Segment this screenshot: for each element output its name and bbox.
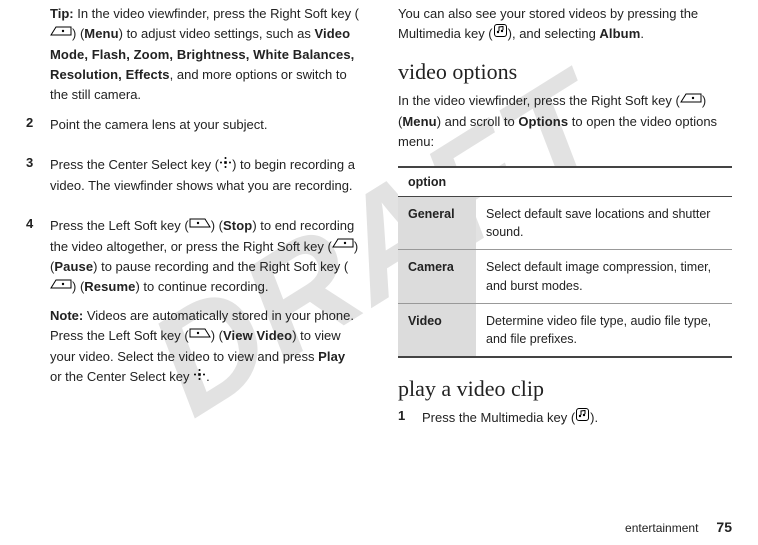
note-play: Play: [318, 349, 345, 364]
step-3-text: Press the Center Select key () to begin …: [50, 155, 360, 196]
play-step-1: 1 Press the Multimedia key ().: [398, 408, 732, 437]
s4p1-f: ) (: [72, 279, 84, 294]
play-step-1-text: Press the Multimedia key ().: [422, 408, 732, 429]
left-soft-key-icon: [189, 216, 211, 236]
right-soft-key-icon: [50, 277, 72, 297]
ps1-b: ).: [590, 410, 598, 425]
heading-video-options: video options: [398, 59, 732, 85]
tip-text-a: In the video viewfinder, press the Right…: [74, 6, 359, 21]
opt-desc-general: Select default save locations and shutte…: [476, 197, 732, 250]
s4-stop: Stop: [223, 218, 252, 233]
table-row: Video Determine video file type, audio f…: [398, 303, 732, 357]
top-album: Album: [599, 26, 640, 41]
right-soft-key-icon: [680, 91, 702, 111]
note-viewvideo: View Video: [223, 328, 292, 343]
step-3: 3 Press the Center Select key () to begi…: [26, 155, 360, 204]
note-b: ) (: [211, 328, 223, 343]
multimedia-key-icon: [493, 23, 508, 44]
tip-text-b: ) (: [72, 26, 84, 41]
step-4-para-1: Press the Left Soft key () (Stop) to end…: [50, 216, 360, 298]
note-e: .: [206, 369, 210, 384]
right-soft-key-icon: [332, 236, 354, 256]
center-select-key-icon: [219, 155, 232, 175]
opt-label-general: General: [398, 197, 476, 250]
footer-page-number: 75: [716, 519, 732, 535]
s4p1-e: ) to pause recording and the Right Soft …: [93, 259, 348, 274]
center-select-key-icon: [193, 367, 206, 387]
page-footer: entertainment 75: [625, 519, 732, 535]
tip-paragraph: Tip: In the video viewfinder, press the …: [26, 4, 360, 105]
top-para: You can also see your stored videos by p…: [398, 4, 732, 45]
left-column: Tip: In the video viewfinder, press the …: [26, 4, 364, 535]
tip-label: Tip:: [50, 6, 74, 21]
vo-options: Options: [518, 114, 568, 129]
step-3-text-a: Press the Center Select key (: [50, 157, 219, 172]
opt-label-camera: Camera: [398, 250, 476, 303]
step-2: 2 Point the camera lens at your subject.: [26, 115, 360, 143]
opt-label-video: Video: [398, 303, 476, 357]
s4p1-g: ) to continue recording.: [135, 279, 268, 294]
vo-menu: Menu: [402, 114, 436, 129]
multimedia-key-icon: [575, 407, 590, 428]
table-row: Camera Select default image compression,…: [398, 250, 732, 303]
s4p1-b: ) (: [211, 218, 223, 233]
right-column: You can also see your stored videos by p…: [394, 4, 732, 535]
opt-desc-camera: Select default image compression, timer,…: [476, 250, 732, 303]
right-soft-key-icon: [50, 24, 72, 44]
s4p1-a: Press the Left Soft key (: [50, 218, 189, 233]
tip-text-c: ) to adjust video settings, such as: [119, 26, 315, 41]
step-2-text: Point the camera lens at your subject.: [50, 115, 360, 135]
top-b: ), and selecting: [508, 26, 600, 41]
page-content: Tip: In the video viewfinder, press the …: [0, 0, 758, 545]
left-soft-key-icon: [189, 326, 211, 346]
opt-desc-video: Determine video file type, audio file ty…: [476, 303, 732, 357]
step-4-number: 4: [26, 216, 38, 231]
step-3-number: 3: [26, 155, 38, 170]
heading-play-video-clip: play a video clip: [398, 376, 732, 402]
step-2-number: 2: [26, 115, 38, 130]
tip-menu: Menu: [84, 26, 118, 41]
video-options-para: In the video viewfinder, press the Right…: [398, 91, 732, 152]
step-4: 4 Press the Left Soft key () (Stop) to e…: [26, 216, 360, 396]
vo-a: In the video viewfinder, press the Right…: [398, 93, 680, 108]
s4-resume: Resume: [84, 279, 135, 294]
table-row: General Select default save locations an…: [398, 197, 732, 250]
ps1-a: Press the Multimedia key (: [422, 410, 575, 425]
note-d: or the Center Select key: [50, 369, 193, 384]
options-table: option General Select default save locat…: [398, 166, 732, 358]
s4-pause: Pause: [54, 259, 93, 274]
top-c: .: [640, 26, 644, 41]
options-table-header: option: [398, 167, 732, 197]
play-step-1-number: 1: [398, 408, 410, 423]
vo-c: ) and scroll to: [437, 114, 519, 129]
note-label: Note:: [50, 308, 83, 323]
footer-section: entertainment: [625, 521, 698, 535]
step-4-note: Note: Videos are automatically stored in…: [50, 306, 360, 388]
